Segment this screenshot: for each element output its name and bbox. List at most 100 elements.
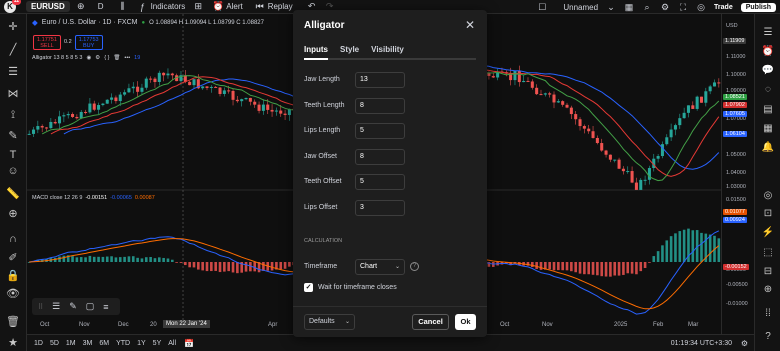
data-window-icon[interactable]: ⊟ bbox=[761, 264, 775, 278]
trash-icon[interactable]: 🗑 bbox=[5, 314, 21, 328]
tab-inputs[interactable]: Inputs bbox=[304, 45, 328, 54]
templates-icon[interactable]: ⊞ bbox=[193, 1, 203, 12]
target-icon[interactable]: ◎ bbox=[761, 188, 775, 202]
currency-label[interactable]: USD bbox=[726, 23, 738, 29]
alerts-icon[interactable]: ⏰ bbox=[761, 44, 775, 58]
chevron-down-icon[interactable]: ⌄ bbox=[606, 2, 616, 12]
source-code-icon[interactable]: { } bbox=[104, 55, 109, 61]
range-button-6m[interactable]: 6M bbox=[99, 340, 109, 347]
lines-tool-icon[interactable]: ≡ bbox=[103, 302, 108, 312]
projection-icon[interactable]: ⟟ bbox=[5, 108, 21, 122]
layout-name-button[interactable]: Unnamed bbox=[563, 3, 598, 12]
range-button-1y[interactable]: 1Y bbox=[137, 340, 146, 347]
help-icon[interactable]: ? bbox=[761, 329, 775, 343]
range-button-1d[interactable]: 1D bbox=[34, 340, 43, 347]
info-icon[interactable]: ? bbox=[410, 262, 419, 271]
macd-legend[interactable]: MACD close 12 26 9 -0.00151 -0.00065 0.0… bbox=[32, 195, 155, 201]
fib-tool-icon[interactable]: ☰ bbox=[52, 301, 60, 312]
eye-icon[interactable]: 👁 bbox=[5, 286, 21, 300]
alligator-legend[interactable]: Alligator 13 8 5 8 5 3 ◉ ⚙ { } 🗑 ••• 19 bbox=[32, 55, 140, 61]
range-button-5y[interactable]: 5Y bbox=[153, 340, 162, 347]
zoom-in-icon[interactable]: ⊕ bbox=[5, 206, 21, 220]
macd-histogram-bar bbox=[101, 256, 105, 262]
lips-length-input[interactable]: 5 bbox=[355, 123, 405, 139]
chat-icon[interactable]: 💬 bbox=[761, 63, 775, 77]
close-icon[interactable]: ✕ bbox=[465, 18, 475, 32]
sell-button[interactable]: 1.17751 SELL bbox=[33, 35, 61, 50]
drag-handle-icon[interactable]: ⠿ bbox=[38, 303, 43, 311]
goto-date-icon[interactable]: 📅 bbox=[184, 339, 194, 348]
candle-style-icon[interactable]: ⫼ bbox=[118, 1, 128, 12]
jaw-length-input[interactable]: 13 bbox=[355, 72, 405, 88]
cancel-button[interactable]: Cancel bbox=[412, 314, 449, 330]
macd-histogram-bar bbox=[535, 262, 538, 269]
ideas-icon[interactable]: ◌ bbox=[761, 82, 775, 96]
price-axis[interactable]: 1.11000 1.10000 1.09000 1.07000 1.05000 1.040… bbox=[721, 14, 754, 334]
publish-button[interactable]: Publish bbox=[740, 2, 776, 12]
delete-icon[interactable]: 🗑 bbox=[113, 55, 120, 61]
defaults-dropdown[interactable]: Defaults ⌄ bbox=[304, 314, 355, 330]
settings-icon[interactable]: ⚙ bbox=[741, 339, 748, 348]
bolt-icon[interactable]: ⚡ bbox=[761, 225, 775, 239]
candle-body bbox=[587, 128, 591, 132]
favorite-icon[interactable]: ★ bbox=[5, 335, 21, 349]
notifications-icon[interactable]: 🔔 bbox=[761, 140, 775, 154]
magnet-icon[interactable]: ∩ bbox=[5, 232, 21, 246]
alert-button[interactable]: ⏰ Alert bbox=[213, 1, 243, 12]
tab-visibility[interactable]: Visibility bbox=[371, 45, 404, 54]
strategy-icon[interactable]: ⬚ bbox=[761, 245, 775, 259]
grid-layout-icon[interactable]: ▦ bbox=[624, 2, 634, 12]
candle-body bbox=[123, 92, 127, 95]
fib-retracement-icon[interactable]: ☰ bbox=[5, 64, 21, 78]
symbol-search-button[interactable]: EURUSD bbox=[26, 1, 70, 12]
user-avatar[interactable]: K 11 bbox=[4, 0, 21, 13]
brush-icon[interactable]: ✎ bbox=[5, 128, 21, 142]
range-button-all[interactable]: All bbox=[168, 340, 176, 347]
replay-button[interactable]: ⏮ Replay bbox=[255, 1, 293, 12]
text-tool-icon[interactable]: T bbox=[5, 148, 21, 162]
trend-line-icon[interactable]: ╱ bbox=[5, 42, 21, 56]
calendar-icon[interactable]: ▦ bbox=[761, 121, 775, 135]
watchlist-icon[interactable]: ☰ bbox=[761, 25, 775, 39]
timeframe-select[interactable]: Chart ⌄ bbox=[355, 259, 405, 275]
camera-icon[interactable]: ◎ bbox=[696, 2, 706, 12]
rectangle-tool-icon[interactable]: ▢ bbox=[86, 301, 95, 312]
lock-drawing-icon[interactable]: ✐ bbox=[5, 250, 21, 264]
jaw-offset-input[interactable]: 8 bbox=[355, 149, 405, 165]
pattern-icon[interactable]: ⋈ bbox=[5, 86, 21, 100]
clock[interactable]: 01:19:34 UTC+3:30 bbox=[671, 340, 732, 347]
settings-icon[interactable]: ⚙ bbox=[660, 2, 670, 12]
lock-icon[interactable]: 🔒 bbox=[5, 268, 21, 282]
candle-body bbox=[608, 154, 612, 160]
range-button-3m[interactable]: 3M bbox=[83, 340, 93, 347]
crosshair-icon[interactable]: ✛ bbox=[5, 19, 21, 33]
interval-button[interactable]: D bbox=[98, 2, 104, 11]
news-icon[interactable]: ▤ bbox=[761, 102, 775, 116]
teeth-offset-input[interactable]: 5 bbox=[355, 174, 405, 190]
layout-checkbox-icon[interactable]: ☐ bbox=[537, 2, 547, 12]
ok-button[interactable]: Ok bbox=[455, 314, 476, 330]
brush-tool-icon[interactable]: ✎ bbox=[69, 301, 77, 312]
range-button-5d[interactable]: 5D bbox=[50, 340, 59, 347]
add-symbol-icon[interactable]: ⊕ bbox=[76, 1, 86, 12]
more-icon[interactable]: ••• bbox=[124, 55, 130, 61]
apps-icon[interactable]: ⁞⁞ bbox=[761, 306, 775, 320]
wait-for-close-checkbox[interactable]: ✓ bbox=[304, 283, 313, 292]
search-icon[interactable]: ⌕ bbox=[642, 2, 652, 12]
object-tree-icon[interactable]: ⊕ bbox=[761, 282, 775, 296]
indicators-button[interactable]: ƒ Indicators bbox=[138, 2, 185, 12]
lips-offset-input[interactable]: 3 bbox=[355, 200, 405, 216]
macd-histogram-bar bbox=[166, 258, 170, 262]
ruler-icon[interactable]: 📏 bbox=[5, 186, 21, 200]
trade-button[interactable]: Trade bbox=[714, 4, 733, 11]
emoji-icon[interactable]: ☺ bbox=[5, 164, 21, 178]
visibility-icon[interactable]: ◉ bbox=[86, 55, 91, 61]
settings-icon[interactable]: ⚙ bbox=[95, 55, 100, 61]
buy-button[interactable]: 1.17753 BUY bbox=[74, 35, 103, 50]
range-button-1m[interactable]: 1M bbox=[66, 340, 76, 347]
tab-style[interactable]: Style bbox=[340, 45, 359, 54]
range-button-ytd[interactable]: YTD bbox=[116, 340, 130, 347]
fullscreen-icon[interactable]: ⛶ bbox=[678, 2, 688, 12]
pine-editor-icon[interactable]: ⊡ bbox=[761, 206, 775, 220]
teeth-length-input[interactable]: 8 bbox=[355, 98, 405, 114]
